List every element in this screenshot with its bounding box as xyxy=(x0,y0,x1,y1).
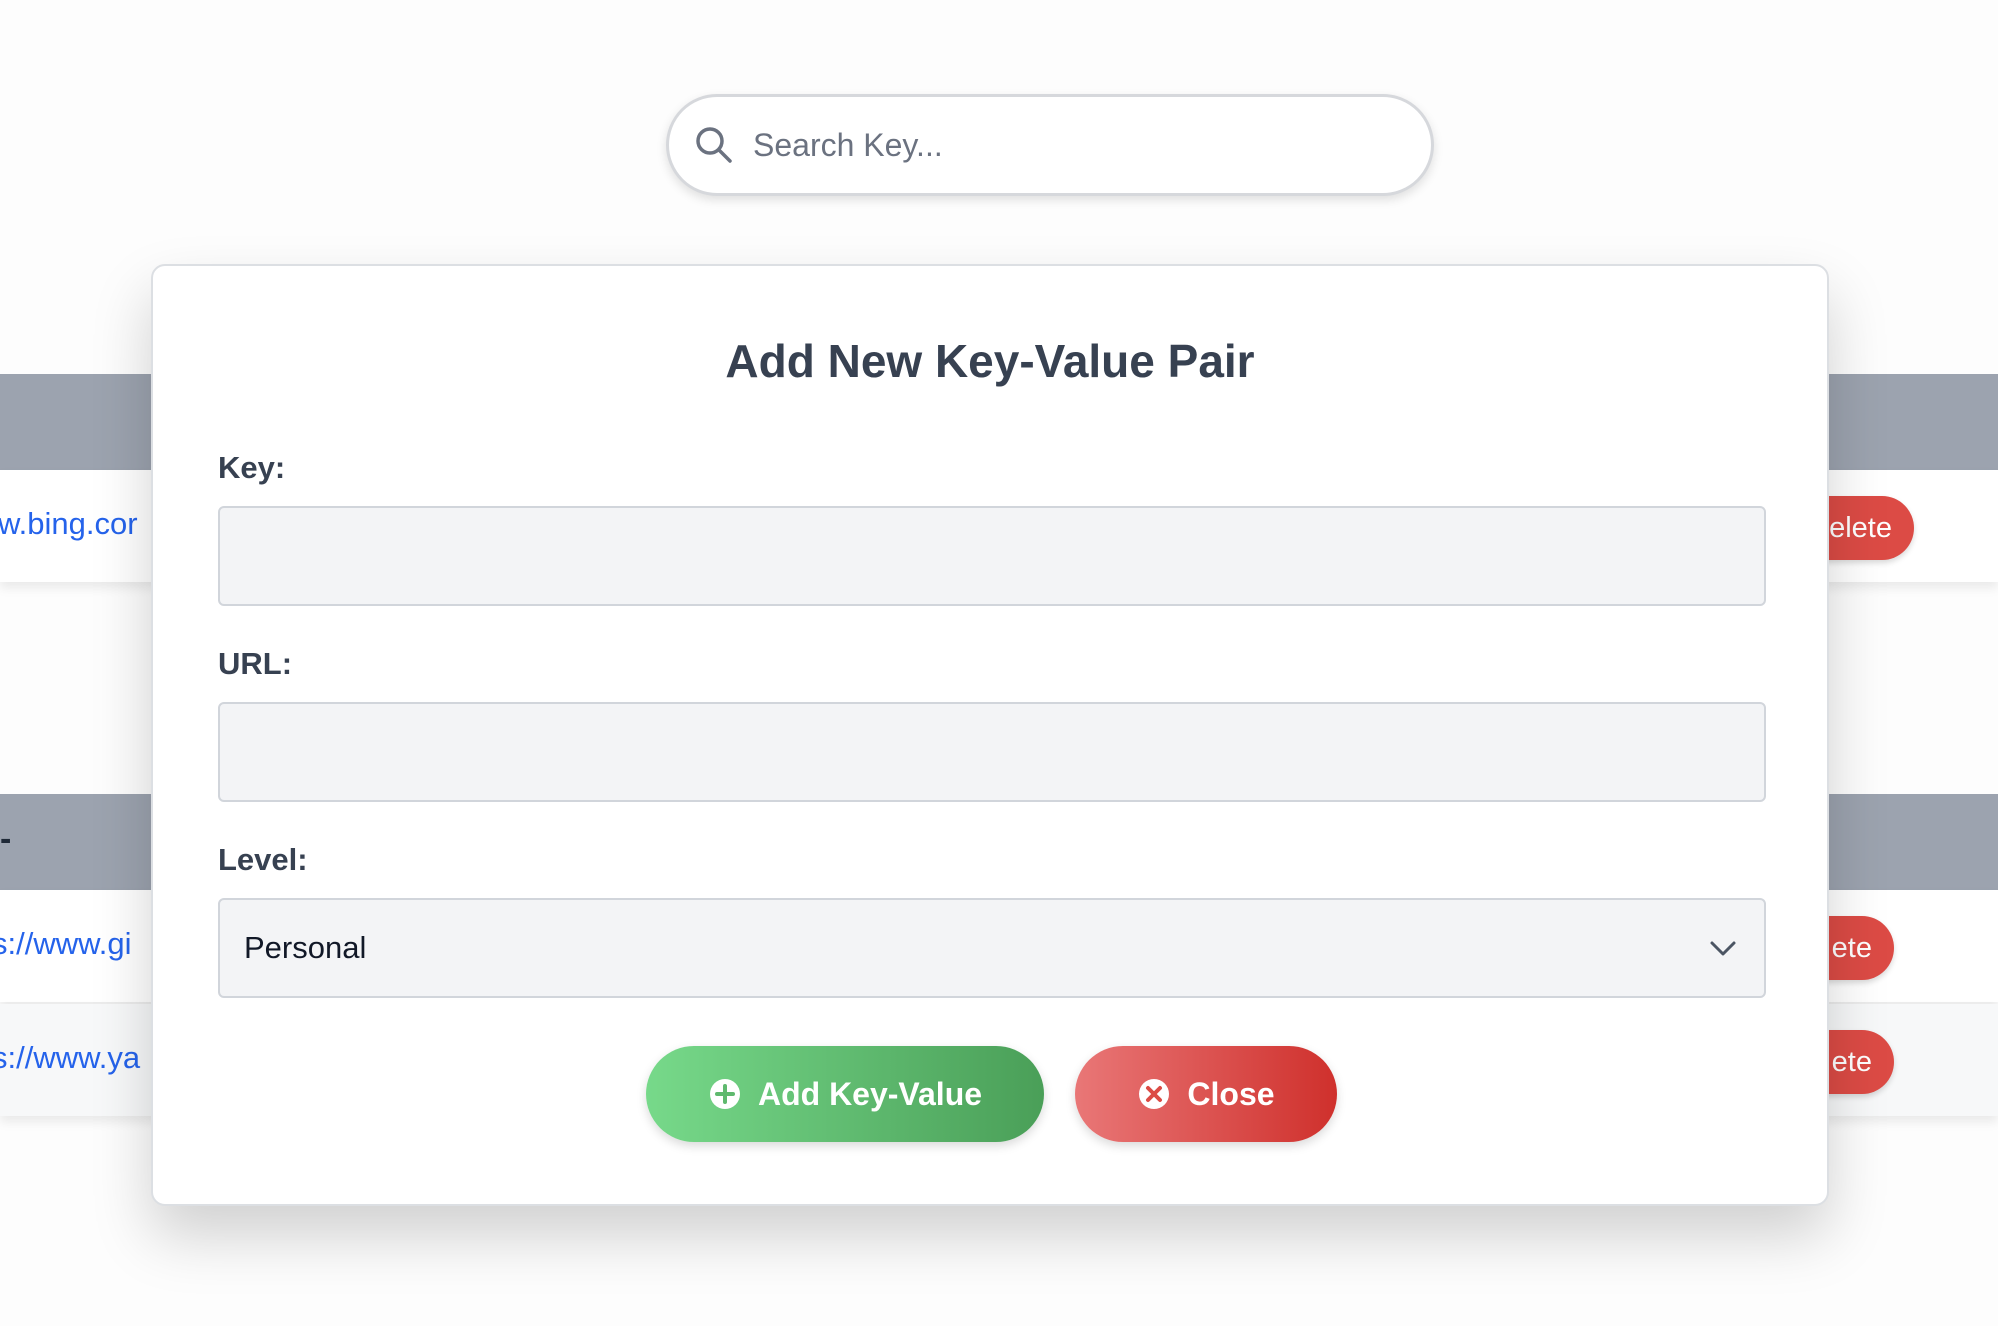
x-circle-icon xyxy=(1139,1079,1170,1109)
level-selected-value: Personal xyxy=(244,930,367,965)
add-button-label: Add Key-Value xyxy=(757,1075,983,1112)
url-link[interactable]: s://www.gi xyxy=(0,926,132,962)
add-key-value-button[interactable]: Add Key-Value xyxy=(646,1046,1044,1142)
chevron-down-icon xyxy=(1710,941,1736,956)
modal-title: Add New Key-Value Pair xyxy=(725,335,1255,387)
page: w.bing.cor elete - s://www.gi ete s://ww… xyxy=(0,0,1998,1326)
close-button[interactable]: Close xyxy=(1075,1046,1337,1142)
search-input[interactable] xyxy=(753,115,1403,175)
url-link[interactable]: w.bing.cor xyxy=(0,506,138,542)
url-label: URL: xyxy=(218,646,293,681)
url-input[interactable] xyxy=(218,702,1766,802)
header-text: - xyxy=(0,820,12,858)
key-input[interactable] xyxy=(218,506,1766,606)
level-label: Level: xyxy=(218,842,308,877)
add-key-value-modal: Add New Key-Value Pair Key: URL: Level: … xyxy=(151,264,1829,1206)
close-button-label: Close xyxy=(1187,1075,1275,1112)
level-select[interactable]: Personal xyxy=(218,898,1766,998)
url-link[interactable]: s://www.ya xyxy=(0,1040,140,1076)
key-label: Key: xyxy=(218,450,286,485)
search-icon xyxy=(696,127,732,163)
search-bar[interactable] xyxy=(666,94,1434,196)
plus-circle-icon xyxy=(709,1079,740,1109)
